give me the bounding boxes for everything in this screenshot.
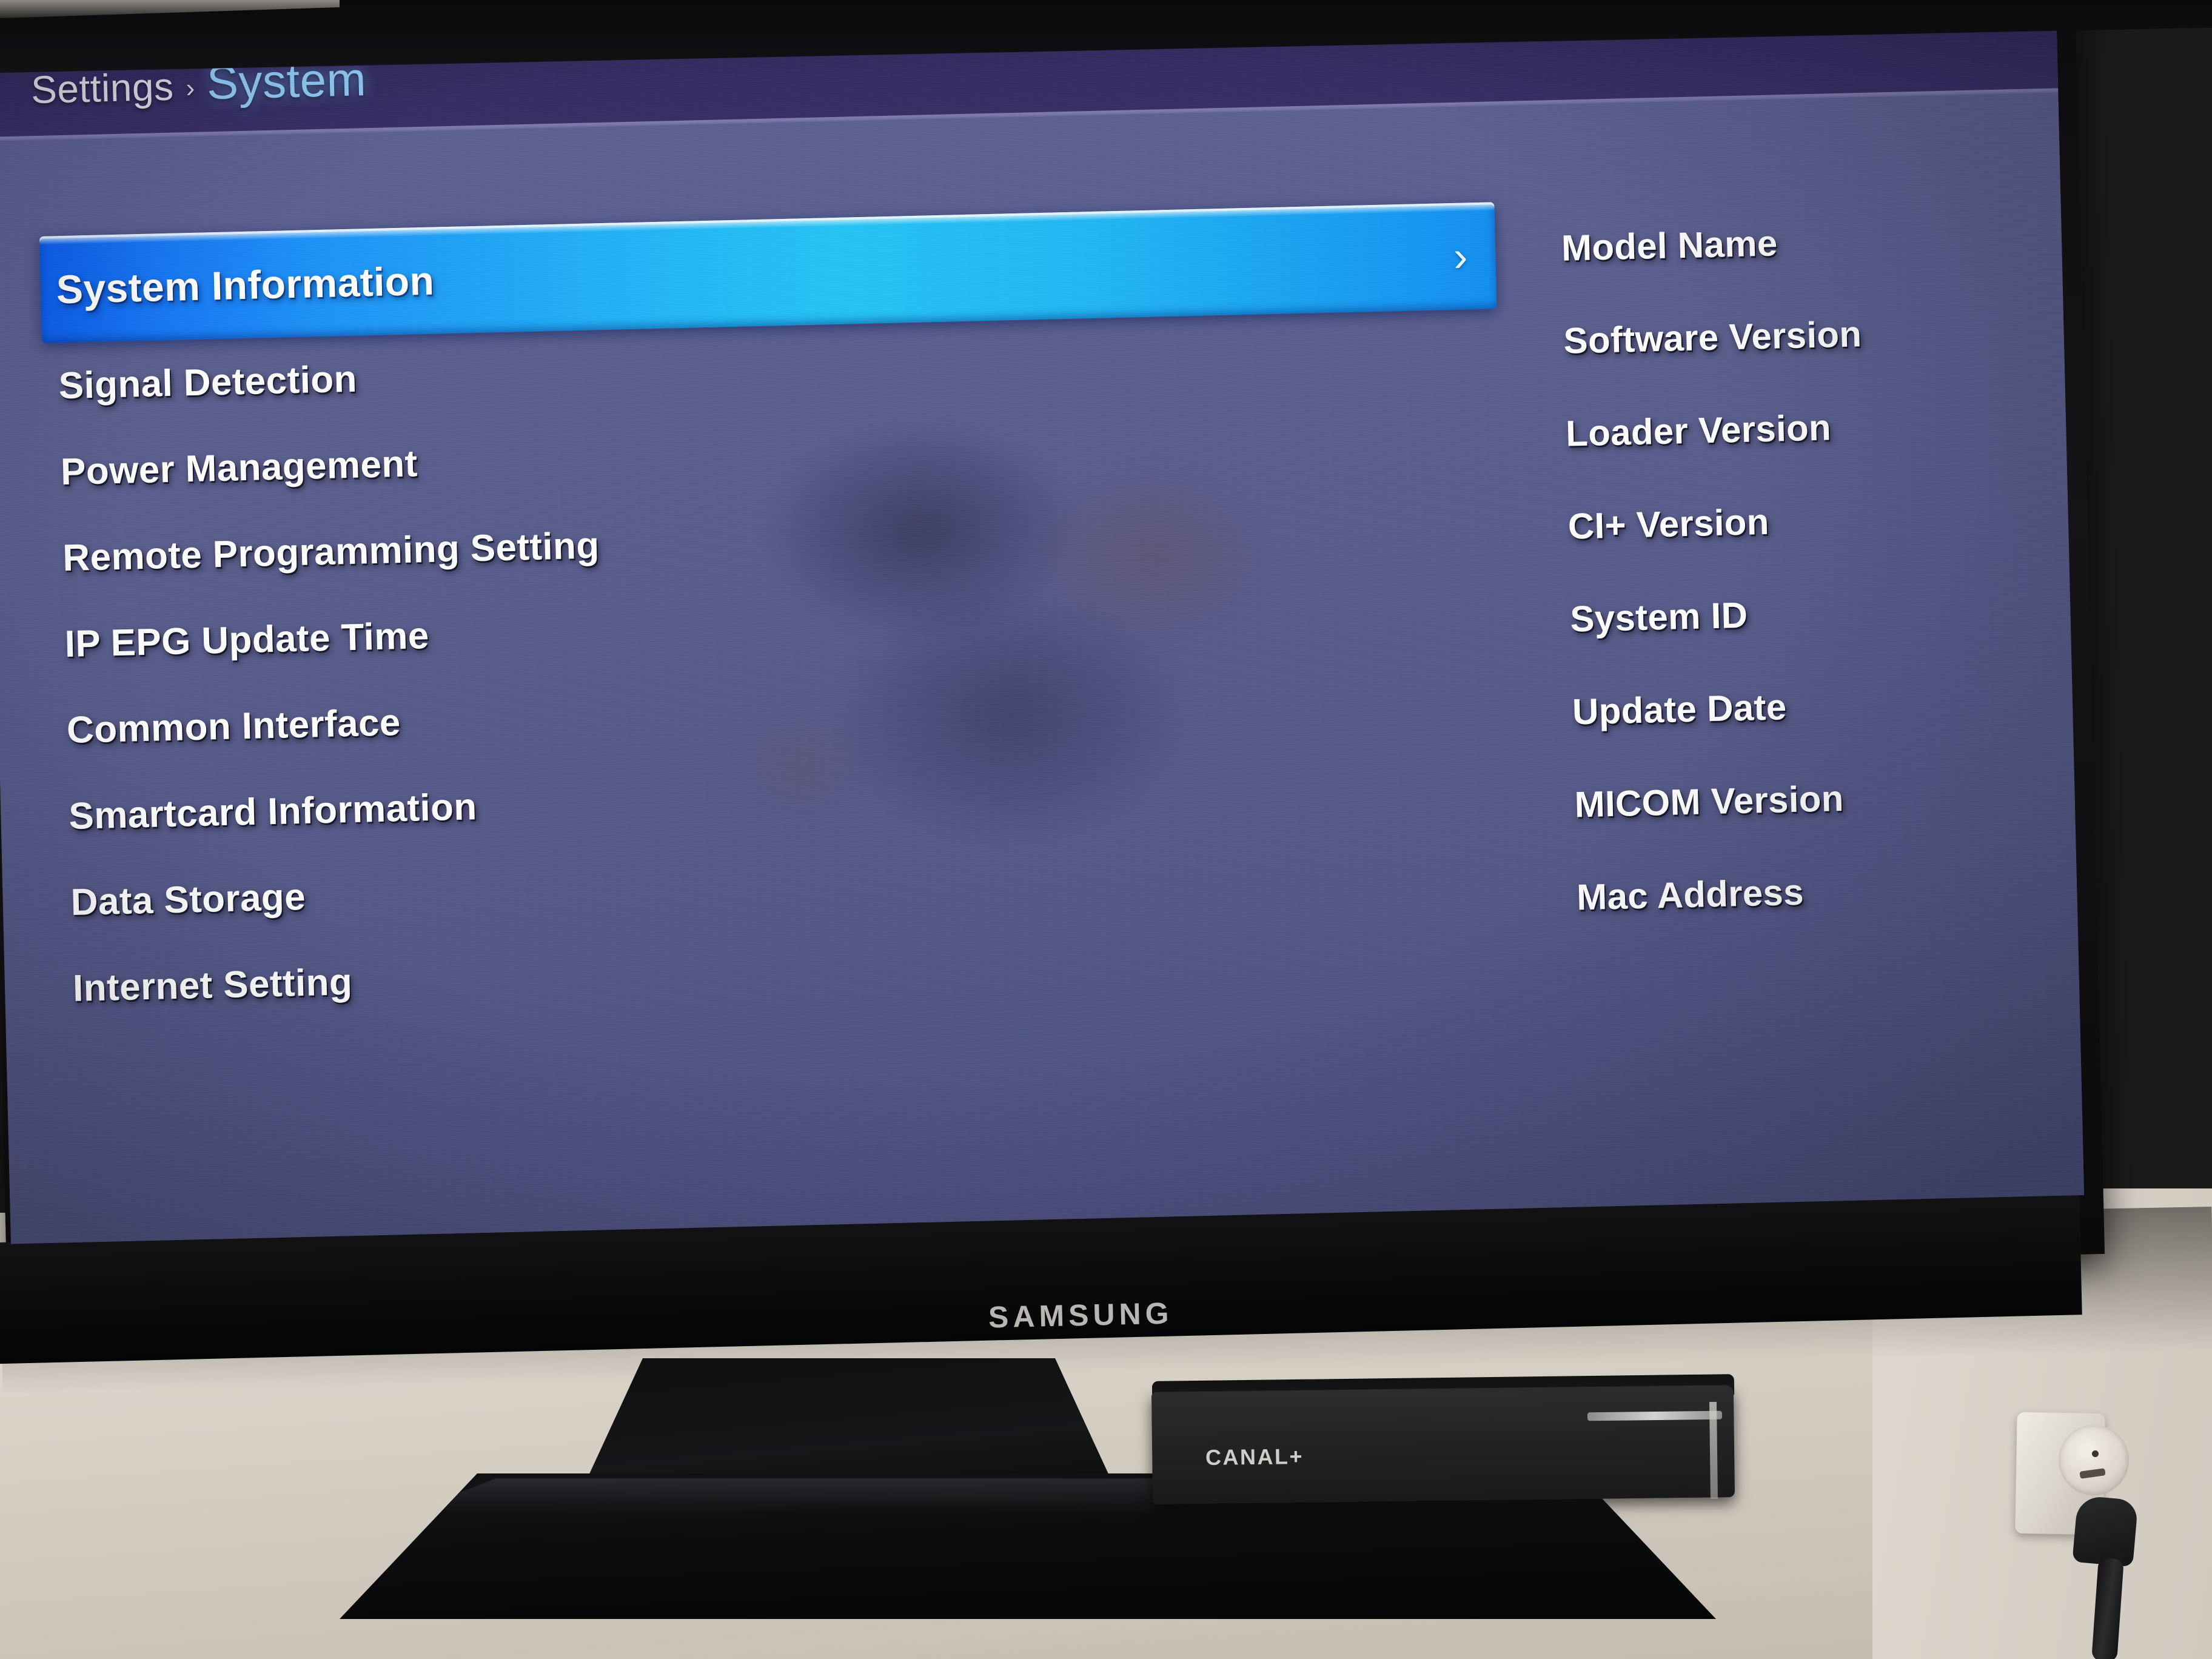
menu-item-label: Remote Programming Setting [62, 524, 600, 579]
wall-socket-hole [2059, 1425, 2129, 1495]
info-label: Loader Version [1565, 407, 1832, 454]
info-row-micom-version: MICOM Version [1574, 747, 2060, 851]
info-row-model-name: Model Name [1560, 190, 2047, 295]
info-label: System ID [1569, 594, 1749, 640]
info-row-update-date: Update Date [1571, 654, 2058, 759]
info-row-ci-plus-version: CI+ Version [1567, 469, 2054, 573]
info-row-mac-address: Mac Address [1576, 840, 2063, 944]
menu-item-label: Smartcard Information [68, 785, 478, 837]
system-information-panel: Model Name Software Version Loader Versi… [1560, 190, 2063, 944]
menu-item-label: Data Storage [70, 876, 306, 923]
info-row-loader-version: Loader Version [1564, 376, 2051, 480]
menu-item-label: Signal Detection [58, 358, 358, 407]
menu-item-label: Common Interface [66, 701, 401, 751]
info-label: CI+ Version [1567, 501, 1770, 547]
info-label: MICOM Version [1574, 778, 1845, 825]
menu-item-label: Power Management [60, 442, 418, 493]
canal-plus-logo: CANAL+ [1205, 1444, 1304, 1470]
system-menu-list: System Information › Signal Detection Po… [0, 201, 1558, 1033]
tv-screen: Settings › System System Information › S… [0, 0, 2085, 1244]
set-top-box-side-edge [1709, 1401, 1718, 1500]
samsung-logo: SAMSUNG [988, 1296, 1174, 1335]
info-label: Model Name [1561, 223, 1778, 269]
info-label: Update Date [1572, 686, 1788, 732]
set-top-box-chrome-trim [1587, 1410, 1723, 1421]
chevron-right-icon: › [185, 73, 195, 104]
chevron-right-icon: › [1453, 232, 1469, 280]
wall-socket-pin [2092, 1450, 2099, 1457]
power-plug [2072, 1495, 2139, 1567]
info-label: Mac Address [1576, 871, 1805, 918]
info-label: Software Version [1563, 313, 1862, 361]
menu-item-label: System Information [56, 258, 435, 312]
info-row-system-id: System ID [1569, 561, 2056, 666]
info-row-software-version: Software Version [1563, 283, 2049, 387]
photo-scene: CANAL+ SAMSUNG Settings › System System … [0, 0, 2212, 1659]
menu-item-label: IP EPG Update Time [64, 614, 430, 665]
menu-item-label: Internet Setting [72, 960, 353, 1010]
